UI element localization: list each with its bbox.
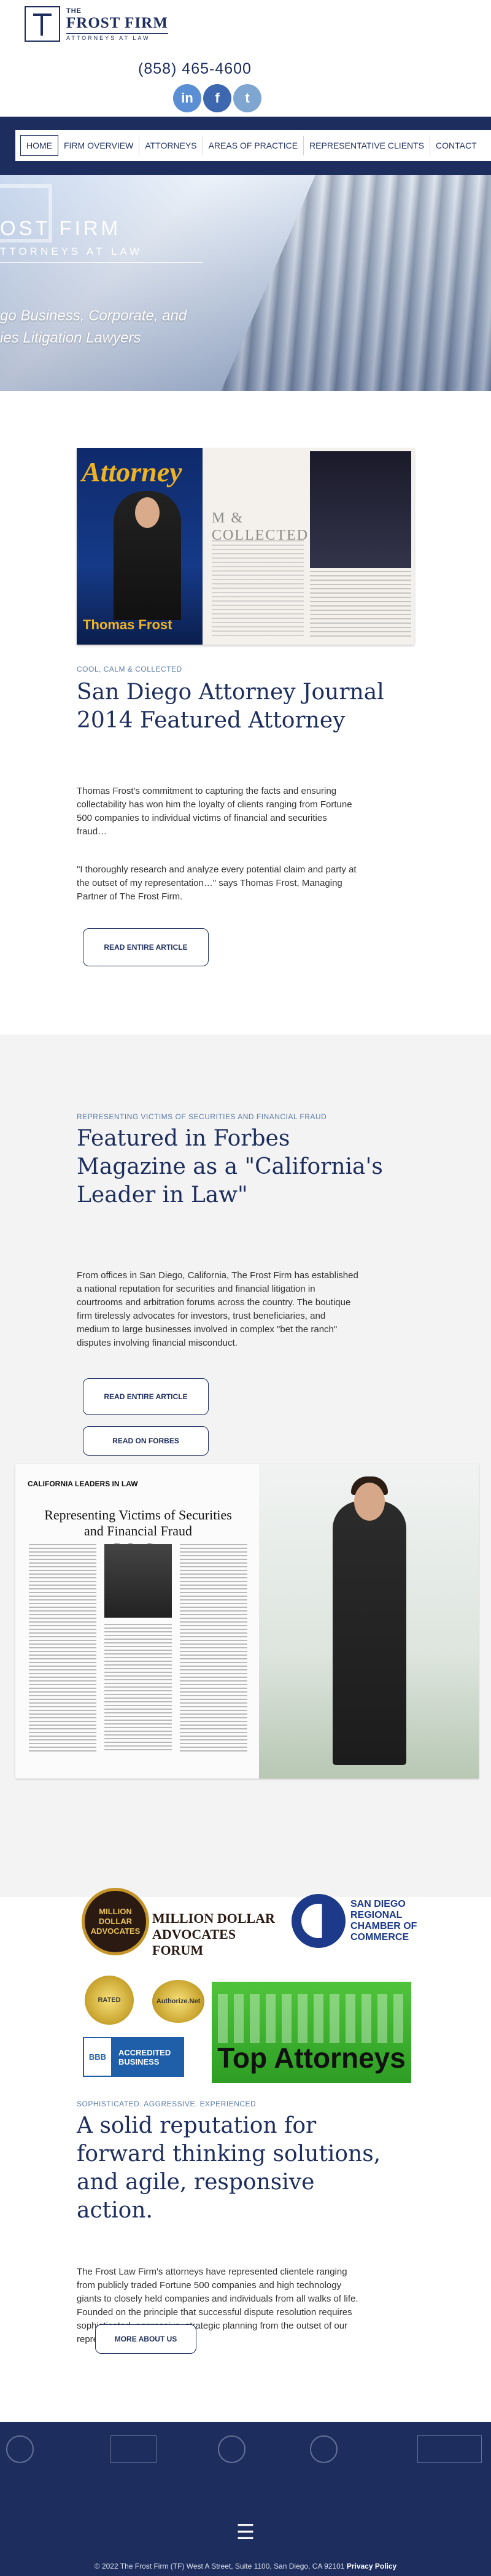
forbes-article-image: CALIFORNIA LEADERS IN LAW Representing V… <box>15 1464 479 1779</box>
social-links: in f t <box>173 84 261 112</box>
site-footer: ☰ © 2022 The Frost Firm (TF) West A Stre… <box>0 2422 491 2576</box>
magazine-spread-columns <box>212 540 304 638</box>
top-attorneys-silhouettes <box>218 1994 405 2043</box>
footer-logo-strip <box>0 2422 491 2486</box>
section1-title: San Diego Attorney Journal 2014 Featured… <box>77 680 384 733</box>
footer-seal-icon <box>6 2435 34 2463</box>
linkedin-icon[interactable]: in <box>173 84 201 112</box>
top-attorneys-text: Top Attorneys <box>217 2042 406 2074</box>
read-entire-article-button[interactable]: READ ENTIRE ARTICLE <box>83 928 209 966</box>
twitter-icon[interactable]: t <box>233 84 261 112</box>
bbb-accredited-badge: BBB ACCREDITED BUSINESS <box>83 2037 184 2077</box>
forbes-text-column <box>180 1544 247 1753</box>
magazine-feature-image: Attorney Thomas Frost M & COLLECTED <box>77 448 414 645</box>
footer-logo-icon <box>110 2435 157 2463</box>
facebook-icon[interactable]: f <box>203 84 231 112</box>
forbes-header: CALIFORNIA LEADERS IN LAW <box>28 1480 138 1488</box>
site-header: THE FROST FIRM ATTORNEYS AT LAW (858) 46… <box>0 0 491 117</box>
more-about-us-button[interactable]: MORE ABOUT US <box>95 2324 196 2354</box>
magazine-spread: M & COLLECTED <box>203 448 414 645</box>
phone-number[interactable]: (858) 465-4600 <box>138 60 252 78</box>
section3-title: A solid reputation for forward thinking … <box>77 2113 381 2223</box>
forbes-article-page: CALIFORNIA LEADERS IN LAW Representing V… <box>15 1464 259 1779</box>
san-diego-chamber-icon <box>292 1894 346 1948</box>
portrait-face <box>354 1483 385 1521</box>
section2-kicker: REPRESENTING VICTIMS OF SECURITIES AND F… <box>77 1112 327 1121</box>
bbb-icon: BBB <box>83 2037 112 2077</box>
footer-chamber-icon <box>310 2435 338 2463</box>
forbes-article-headline: Representing Victims of Securities and F… <box>44 1507 232 1538</box>
top-attorneys-badge: Top Attorneys <box>212 1982 411 2083</box>
hero-firm-name: OST FIRM <box>0 217 122 239</box>
main-nav: HOME FIRM OVERVIEW ATTORNEYS AREAS OF PR… <box>15 130 491 161</box>
forbes-text-column <box>29 1544 96 1753</box>
authorize-net-seal-icon: Authorize.Net <box>152 1980 204 2023</box>
portrait-suit <box>333 1501 406 1765</box>
logo-text: THE FROST FIRM ATTORNEYS AT LAW <box>66 7 168 41</box>
hero-tagline-line-2: ies Litigation Lawyers <box>0 330 141 346</box>
logo-mark-icon <box>25 6 60 42</box>
section1-kicker: COOL, CALM & COLLECTED <box>77 665 182 673</box>
hero-tagline: go Business, Corporate, and ies Litigati… <box>0 305 187 349</box>
footer-menu-icon[interactable]: ☰ <box>227 2514 264 2551</box>
nav-item-areas-of-practice[interactable]: AREAS OF PRACTICE <box>203 136 304 155</box>
section2-title: Featured in Forbes Magazine as a "Califo… <box>77 1126 383 1208</box>
forbes-portrait-photo <box>259 1464 479 1779</box>
forbes-inline-photo <box>104 1544 172 1618</box>
nav-item-home[interactable]: HOME <box>20 135 58 156</box>
nav-item-representative-clients[interactable]: REPRESENTATIVE CLIENTS <box>304 136 431 155</box>
million-dollar-advocates-forum-logo: MILLION DOLLAR ADVOCATES FORUM <box>152 1911 275 1958</box>
hero-divider <box>0 262 203 263</box>
san-diego-chamber-logo: SAN DIEGO REGIONAL CHAMBER OF COMMERCE <box>292 1894 424 1948</box>
privacy-policy-link[interactable]: Privacy Policy <box>347 2562 396 2570</box>
copyright-text: © 2022 The Frost Firm (TF) West A Street… <box>94 2562 345 2570</box>
section2-paragraph: From offices in San Diego, California, T… <box>77 1270 358 1348</box>
bbb-accredited-text: ACCREDITED BUSINESS <box>118 2047 171 2066</box>
forbes-text-column <box>104 1624 172 1753</box>
hero-banner: OST FIRM TTORNEYS AT LAW go Business, Co… <box>0 175 491 391</box>
section3-kicker: SOPHISTICATED. AGGRESSIVE. EXPERIENCED <box>77 2100 257 2108</box>
cover-portrait-face <box>135 497 160 528</box>
footer-bbb-icon <box>417 2435 482 2463</box>
hero-tagline-line-1: go Business, Corporate, and <box>0 308 187 324</box>
logo-the: THE <box>66 7 82 15</box>
hero-attorneys-at-law: TTORNEYS AT LAW <box>0 246 143 257</box>
firm-logo[interactable]: THE FROST FIRM ATTORNEYS AT LAW <box>25 6 168 42</box>
section1-paragraph-2: "I thoroughly research and analyze every… <box>77 864 357 902</box>
footer-copyright: © 2022 The Frost Firm (TF) West A Street… <box>0 2562 491 2570</box>
footer-seal-icon <box>218 2435 246 2463</box>
magazine-cover-title: Attorney <box>82 456 182 487</box>
magazine-spread-headline: M & COLLECTED <box>212 510 309 543</box>
magazine-spread-photo <box>310 451 411 568</box>
magazine-cover-name: Thomas Frost <box>83 617 172 632</box>
rated-seal-icon: RATED <box>85 1976 134 2025</box>
million-dollar-advocates-seal-icon: MILLION DOLLAR ADVOCATES <box>82 1888 149 1955</box>
read-on-forbes-button[interactable]: READ ON FORBES <box>83 1426 209 1456</box>
hero-overlay <box>0 175 491 391</box>
nav-item-firm-overview[interactable]: FIRM OVERVIEW <box>58 136 140 155</box>
read-entire-article-forbes-button[interactable]: READ ENTIRE ARTICLE <box>83 1378 209 1415</box>
logo-subtitle: ATTORNEYS AT LAW <box>66 33 168 41</box>
nav-item-attorneys[interactable]: ATTORNEYS <box>139 136 203 155</box>
logo-name: FROST FIRM <box>66 14 168 31</box>
san-diego-chamber-text: SAN DIEGO REGIONAL CHAMBER OF COMMERCE <box>350 1899 417 1942</box>
magazine-cover: Attorney Thomas Frost <box>77 448 203 645</box>
nav-item-contact[interactable]: CONTACT <box>430 136 482 155</box>
magazine-spread-text-block <box>310 571 411 638</box>
section1-paragraph-1: Thomas Frost's commitment to capturing t… <box>77 786 352 837</box>
